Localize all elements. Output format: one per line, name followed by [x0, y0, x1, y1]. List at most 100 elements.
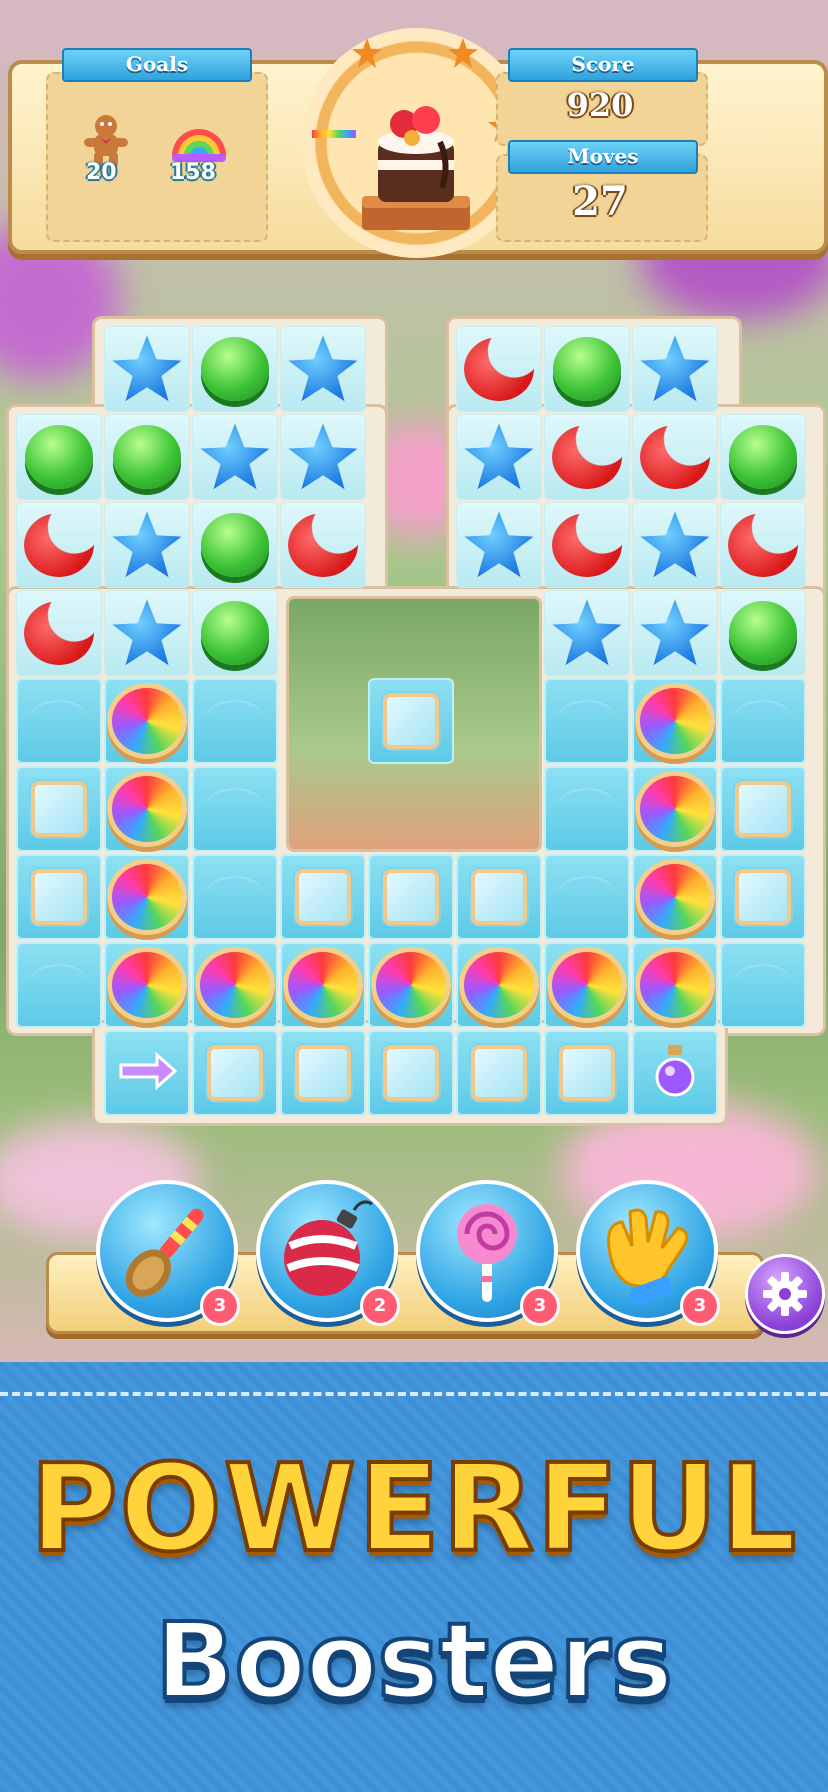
board-tile[interactable] [104, 678, 190, 764]
board-tile[interactable] [368, 942, 454, 1028]
board-tile[interactable] [544, 942, 630, 1028]
potion-icon [650, 1043, 700, 1103]
board-tile[interactable] [632, 502, 718, 588]
board-tile[interactable] [368, 854, 454, 940]
ice-crack-icon [557, 700, 617, 742]
green-candy-icon [201, 337, 269, 401]
board-tile[interactable] [192, 1030, 278, 1116]
rainbow-cookie-icon [112, 952, 182, 1018]
ice-cube-icon [557, 1043, 617, 1103]
board-tile[interactable] [720, 502, 806, 588]
board-tile[interactable] [456, 414, 542, 500]
board-tile[interactable] [632, 414, 718, 500]
board-tile[interactable] [720, 678, 806, 764]
board-tile[interactable] [192, 766, 278, 852]
board-tile[interactable] [280, 502, 366, 588]
board-tile[interactable] [16, 502, 102, 588]
board-tile[interactable] [16, 942, 102, 1028]
board-tile[interactable] [632, 590, 718, 676]
board-tile[interactable] [16, 414, 102, 500]
board-tile[interactable] [192, 326, 278, 412]
board-tile[interactable] [280, 414, 366, 500]
green-candy-icon [25, 425, 93, 489]
board-tile[interactable] [544, 326, 630, 412]
rainbow-cookie-icon [464, 952, 534, 1018]
blue-star-icon [112, 511, 182, 578]
blue-star-icon [464, 423, 534, 490]
rainbow-cookie-icon [552, 952, 622, 1018]
board-tile[interactable] [544, 502, 630, 588]
ice-crack-icon [733, 964, 793, 1006]
board-tile[interactable] [720, 414, 806, 500]
board-tile[interactable] [632, 326, 718, 412]
board-tile[interactable] [632, 766, 718, 852]
board-tile[interactable] [720, 590, 806, 676]
blue-star-icon [464, 511, 534, 578]
board-tile[interactable] [632, 942, 718, 1028]
board-tile[interactable] [104, 766, 190, 852]
board-tile[interactable] [16, 590, 102, 676]
red-moon-icon [640, 425, 710, 489]
board-tile[interactable] [544, 590, 630, 676]
board-tile[interactable] [544, 678, 630, 764]
board-tile[interactable] [104, 502, 190, 588]
board-tile[interactable] [192, 678, 278, 764]
ice-crack-icon [205, 700, 265, 742]
board-tile[interactable] [16, 854, 102, 940]
arrow-icon [117, 1051, 178, 1095]
board-tile[interactable] [632, 1030, 718, 1116]
spoon-booster-count: 3 [200, 1286, 240, 1326]
settings-button[interactable] [745, 1254, 825, 1334]
board-tile[interactable] [456, 1030, 542, 1116]
board-tile[interactable] [456, 502, 542, 588]
ice-crack-icon [29, 964, 89, 1006]
blue-star-icon [112, 335, 182, 402]
board-tile[interactable] [456, 326, 542, 412]
board-tile[interactable] [280, 942, 366, 1028]
board-tile[interactable] [192, 414, 278, 500]
ice-cube-icon [469, 867, 529, 927]
board-tile[interactable] [192, 502, 278, 588]
board-tile[interactable] [104, 942, 190, 1028]
ice-cube-icon [381, 691, 441, 751]
ice-cube-icon [381, 867, 441, 927]
board-tile[interactable] [720, 942, 806, 1028]
blue-star-icon [200, 423, 270, 490]
blue-star-icon [288, 423, 358, 490]
board-tile[interactable] [104, 1030, 190, 1116]
board-tile[interactable] [104, 590, 190, 676]
board-tile[interactable] [544, 1030, 630, 1116]
board-tile[interactable] [456, 854, 542, 940]
board-tile[interactable] [720, 766, 806, 852]
board-tile[interactable] [280, 326, 366, 412]
board-tile[interactable] [192, 590, 278, 676]
board-tile[interactable] [16, 678, 102, 764]
board-tile[interactable] [368, 1030, 454, 1116]
board-tile[interactable] [104, 414, 190, 500]
rainbow-cookie-icon [640, 688, 710, 754]
board-tile[interactable] [280, 854, 366, 940]
board-tile[interactable] [544, 854, 630, 940]
rainbow-cookie-icon [640, 776, 710, 842]
glove-booster-count: 3 [680, 1286, 720, 1326]
board-tile[interactable] [456, 942, 542, 1028]
ice-cube-icon [733, 867, 793, 927]
board-tile[interactable] [544, 766, 630, 852]
ice-crack-icon [557, 788, 617, 830]
board-tile[interactable] [192, 854, 278, 940]
ice-cube-icon [205, 1043, 265, 1103]
ice-cube-icon [293, 867, 353, 927]
blue-star-icon [112, 599, 182, 666]
board-tile[interactable] [104, 854, 190, 940]
board-tile[interactable] [104, 326, 190, 412]
rainbow-cookie-icon [112, 776, 182, 842]
board-tile[interactable] [280, 1030, 366, 1116]
board-tile[interactable] [16, 766, 102, 852]
board-tile[interactable] [632, 678, 718, 764]
board-tile[interactable] [368, 678, 454, 764]
board-tile[interactable] [544, 414, 630, 500]
board-tile[interactable] [720, 854, 806, 940]
board-tile[interactable] [632, 854, 718, 940]
board-tile[interactable] [192, 942, 278, 1028]
ice-cube-icon [733, 779, 793, 839]
